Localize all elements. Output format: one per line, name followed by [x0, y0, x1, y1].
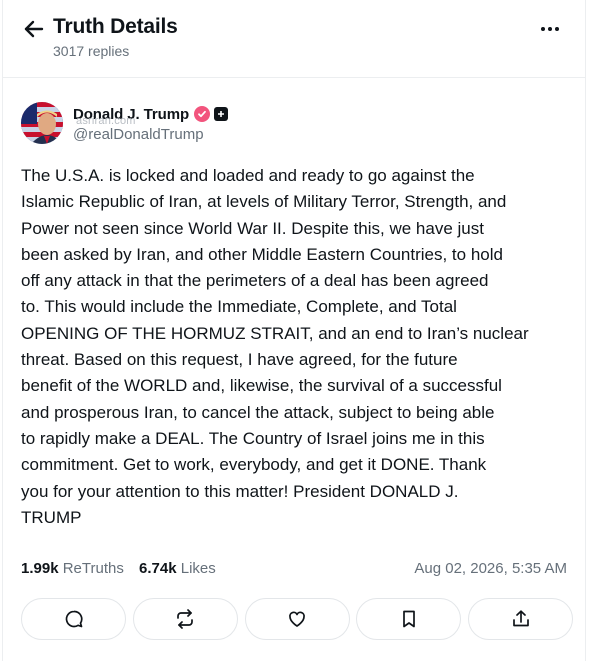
avatar-image: [21, 102, 63, 144]
author-handle[interactable]: @realDonaldTrump: [73, 126, 228, 143]
likes-label: Likes: [180, 560, 216, 577]
retruths-count: 1.99k: [21, 560, 59, 577]
watermark: asriran.com: [76, 115, 136, 127]
post-text: The U.S.A. is locked and loaded and read…: [21, 166, 529, 527]
share-icon: [512, 610, 529, 627]
page-header: Truth Details 3017 replies: [21, 12, 567, 72]
plus-badge-icon: [214, 107, 229, 121]
replies-count: 3017 replies: [53, 43, 130, 59]
retruths-label: ReTruths: [62, 560, 124, 577]
reply-button[interactable]: [21, 598, 126, 640]
more-options-button[interactable]: [535, 18, 565, 40]
likes-stat[interactable]: 6.74k Likes: [139, 560, 216, 577]
post-timestamp: Aug 02, 2026, 5:35 AM: [414, 560, 567, 577]
heart-icon: [289, 611, 305, 627]
retruths-stat[interactable]: 1.99k ReTruths: [21, 560, 124, 577]
action-bar: [21, 598, 573, 640]
post-stats: 1.99k ReTruths 6.74k Likes Aug 02, 2026,…: [21, 560, 567, 580]
avatar[interactable]: [21, 102, 63, 144]
likes-count: 6.74k: [139, 560, 177, 577]
retruth-button[interactable]: [132, 598, 238, 640]
page-title: Truth Details: [53, 15, 178, 38]
retruth-icon: [177, 609, 194, 629]
share-button[interactable]: [468, 598, 573, 640]
header-divider: [3, 77, 585, 78]
bookmark-button[interactable]: [356, 598, 462, 640]
bookmark-icon: [402, 610, 415, 628]
arrow-left-icon: [24, 20, 44, 38]
post-detail-panel: Truth Details 3017 replies Donald J. Tru…: [2, 0, 586, 661]
like-button[interactable]: [244, 598, 350, 640]
more-horizontal-icon: [541, 27, 545, 31]
verified-badge-icon: [194, 106, 211, 122]
reply-bubble-icon: [65, 610, 83, 628]
back-button[interactable]: [21, 16, 47, 42]
